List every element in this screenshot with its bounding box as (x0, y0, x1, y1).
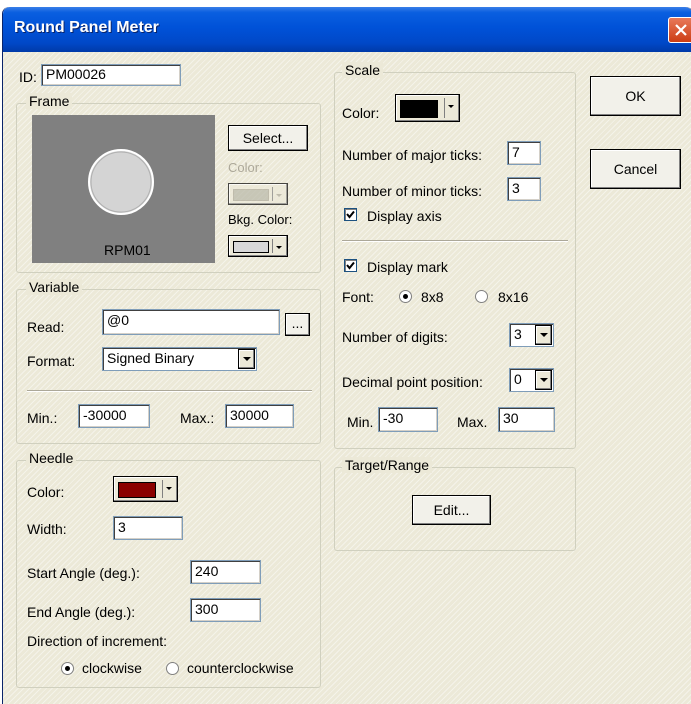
end-angle-label: End Angle (deg.): (27, 604, 136, 620)
var-max-label: Max.: (180, 410, 215, 426)
chevron-down-icon (238, 349, 255, 369)
end-angle-input[interactable]: 300 (190, 598, 261, 622)
scale-color-swatch (400, 100, 438, 118)
scale-group-label: Scale (342, 62, 384, 78)
read-input[interactable]: @0 (102, 309, 280, 335)
frame-color-picker[interactable] (228, 183, 288, 205)
variable-separator (27, 390, 312, 392)
select-frame-button[interactable]: Select... (228, 125, 308, 151)
id-input[interactable]: PM00026 (41, 64, 181, 86)
needle-color-picker[interactable] (113, 476, 178, 502)
major-ticks-input[interactable]: 7 (507, 141, 541, 165)
id-label: ID: (19, 69, 37, 85)
minor-ticks-label: Number of minor ticks: (342, 183, 483, 199)
needle-width-label: Width: (27, 521, 67, 537)
scale-color-picker[interactable] (395, 94, 460, 122)
clockwise-radio[interactable] (61, 662, 74, 675)
decimal-label: Decimal point position: (342, 374, 483, 390)
display-mark-label: Display mark (367, 259, 448, 275)
bkg-color-picker[interactable] (228, 235, 288, 257)
needle-group-label: Needle (26, 450, 77, 466)
round-meter-preview (88, 149, 154, 215)
target-range-group-label: Target/Range (342, 457, 433, 473)
major-ticks-label: Number of major ticks: (342, 147, 483, 163)
needle-color-label: Color: (27, 484, 65, 500)
scale-color-label: Color: (342, 105, 380, 121)
font-8x8-radio[interactable] (399, 290, 412, 303)
checkmark-icon (346, 210, 355, 219)
browse-button[interactable]: ... (285, 313, 310, 336)
start-angle-label: Start Angle (deg.): (27, 565, 140, 581)
decimal-value: 0 (514, 371, 522, 387)
chevron-down-icon (444, 98, 457, 118)
minor-ticks-input[interactable]: 3 (507, 177, 541, 201)
display-mark-checkbox[interactable] (344, 259, 357, 272)
variable-group-label: Variable (26, 279, 83, 295)
chevron-down-icon (272, 239, 285, 253)
format-value: Signed Binary (107, 350, 195, 366)
scale-min-label: Min. (347, 414, 374, 430)
counterclockwise-label: counterclockwise (187, 660, 294, 676)
window-title: Round Panel Meter (14, 19, 159, 36)
font-8x8-label: 8x8 (421, 289, 444, 305)
frame-color-label: Color: (228, 160, 263, 175)
digits-label: Number of digits: (342, 329, 448, 345)
scale-max-input[interactable]: 30 (498, 407, 555, 432)
var-min-label: Min.: (27, 410, 58, 426)
cancel-button[interactable]: Cancel (590, 149, 681, 189)
start-angle-input[interactable]: 240 (190, 560, 261, 584)
bkg-color-swatch (233, 241, 269, 253)
digits-select[interactable]: 3 (509, 323, 554, 347)
var-max-input[interactable]: 30000 (225, 404, 294, 428)
frame-preview: RPM01 (32, 115, 215, 263)
scale-max-label: Max. (457, 414, 488, 430)
font-label: Font: (342, 289, 374, 305)
read-label: Read: (27, 319, 65, 335)
ok-button[interactable]: OK (590, 76, 681, 116)
format-select[interactable]: Signed Binary (102, 347, 257, 371)
frame-group-label: Frame (26, 93, 73, 109)
display-axis-checkbox[interactable] (344, 208, 357, 221)
needle-width-input[interactable]: 3 (113, 516, 183, 540)
close-button[interactable] (668, 17, 691, 43)
preview-caption: RPM01 (104, 242, 151, 258)
format-label: Format: (27, 353, 76, 369)
chevron-down-icon (535, 370, 552, 390)
dialog-window: Round Panel Meter ID: PM00026 Frame RPM0… (2, 7, 691, 704)
clockwise-label: clockwise (82, 660, 142, 676)
digits-value: 3 (514, 326, 522, 342)
scale-separator (342, 240, 568, 242)
decimal-select[interactable]: 0 (509, 368, 554, 392)
direction-label: Direction of increment: (27, 633, 168, 649)
scale-min-input[interactable]: -30 (378, 407, 438, 432)
needle-color-swatch (118, 482, 156, 498)
chevron-down-icon (272, 187, 285, 201)
checkmark-icon (346, 261, 355, 270)
chevron-down-icon (535, 325, 552, 345)
frame-color-swatch (233, 189, 269, 201)
bkg-color-label: Bkg. Color: (228, 212, 293, 227)
close-icon (675, 24, 687, 36)
edit-target-range-button[interactable]: Edit... (412, 495, 491, 525)
font-8x16-label: 8x16 (498, 289, 529, 305)
title-bar[interactable]: Round Panel Meter (3, 7, 691, 52)
counterclockwise-radio[interactable] (166, 662, 179, 675)
chevron-down-icon (162, 480, 175, 498)
display-axis-label: Display axis (367, 208, 442, 224)
var-min-input[interactable]: -30000 (78, 404, 150, 428)
font-8x16-radio[interactable] (475, 290, 488, 303)
